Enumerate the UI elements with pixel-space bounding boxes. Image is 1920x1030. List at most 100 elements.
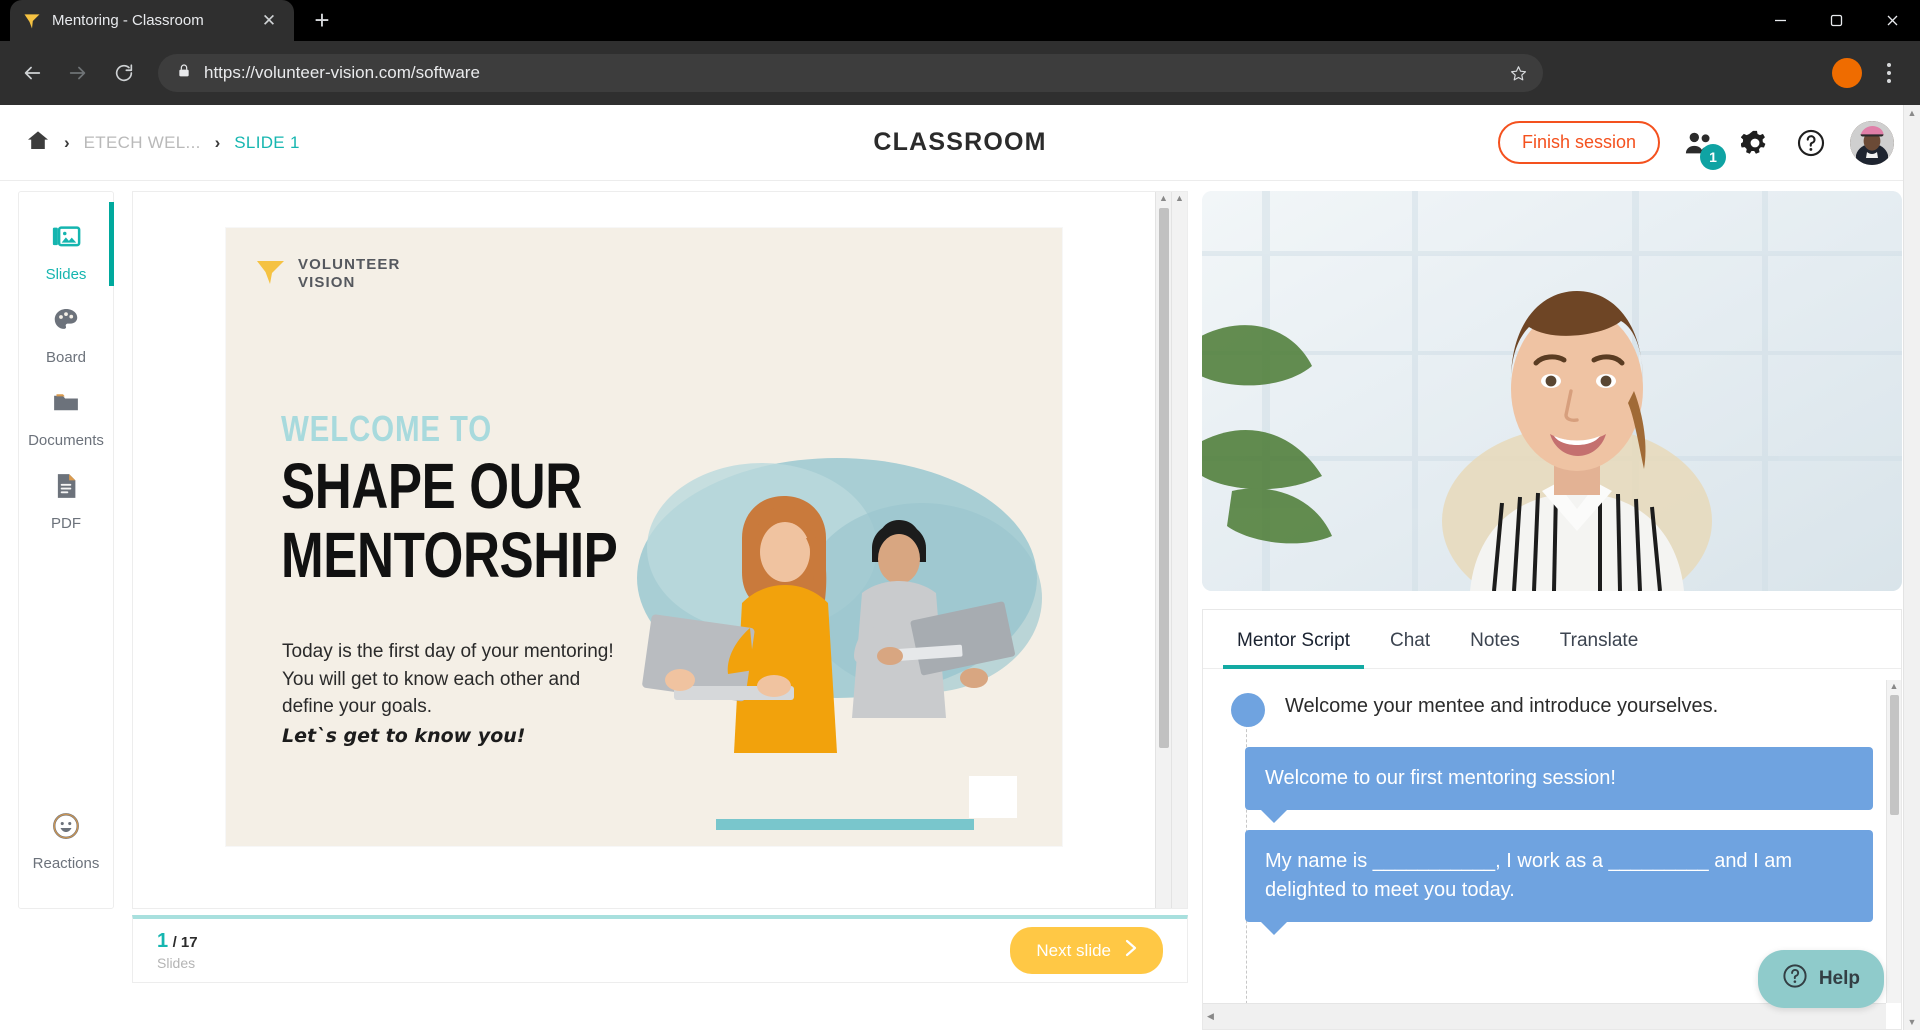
sidebar-item-slides[interactable]: Slides xyxy=(18,210,114,293)
volunteer-vision-logo-icon xyxy=(22,11,42,31)
sidebar-item-board[interactable]: Board xyxy=(18,293,114,376)
active-item-accent xyxy=(109,202,114,286)
two-people-with-laptops-illustration xyxy=(622,428,1052,758)
window-controls xyxy=(1752,0,1920,41)
slide-footer: 1 / 17 Slides Next slide xyxy=(132,915,1188,983)
script-instruction: Welcome your mentee and introduce yourse… xyxy=(1285,695,1719,717)
scroll-up-arrow-icon[interactable]: ▲ xyxy=(1908,108,1917,118)
mentor-webcam-video[interactable] xyxy=(1202,191,1902,591)
breadcrumb-separator-2: › xyxy=(214,132,221,152)
plus-icon[interactable]: + xyxy=(304,2,340,38)
right-panel: Mentor Script Chat Notes Translate Welco… xyxy=(1202,191,1902,1030)
reload-icon[interactable] xyxy=(104,53,144,93)
next-slide-label: Next slide xyxy=(1036,940,1111,960)
breadcrumb-slide[interactable]: SLIDE 1 xyxy=(234,133,299,153)
slide-stage-wrap: VOLUNTEER VISION WELCOME TO SHAPE OUR ME… xyxy=(132,191,1188,1030)
sidebar-item-label: Board xyxy=(45,349,87,366)
browser-window: Mentoring - Classroom ✕ + https://volunt… xyxy=(0,0,1920,1030)
gear-icon[interactable] xyxy=(1738,126,1772,160)
slide-stage: VOLUNTEER VISION WELCOME TO SHAPE OUR ME… xyxy=(132,191,1188,909)
address-bar[interactable]: https://volunteer-vision.com/software xyxy=(158,54,1543,92)
sidebar-item-label: Slides xyxy=(45,266,87,283)
slide-inner-scrollbar[interactable]: ▲ xyxy=(1155,192,1171,908)
browser-tabstrip: Mentoring - Classroom ✕ + xyxy=(0,0,1920,41)
participants-count-badge: 1 xyxy=(1700,143,1726,170)
app-header: › ETECH WEL... › SLIDE 1 CLASSROOM Finis… xyxy=(0,105,1920,181)
help-widget-label: Help xyxy=(1818,968,1860,989)
window-close-icon[interactable] xyxy=(1864,0,1920,41)
slide-outer-scrollbar[interactable]: ▲ xyxy=(1171,192,1187,908)
slide-current-number: 1 xyxy=(157,930,169,952)
slide-canvas: VOLUNTEER VISION WELCOME TO SHAPE OUR ME… xyxy=(226,228,1062,846)
sidebar-item-reactions[interactable]: Reactions xyxy=(18,799,114,882)
slide-accent-bar xyxy=(716,819,974,830)
browser-tab[interactable]: Mentoring - Classroom ✕ xyxy=(10,0,294,41)
slide-scroll-area: VOLUNTEER VISION WELCOME TO SHAPE OUR ME… xyxy=(133,192,1155,908)
back-arrow-icon[interactable] xyxy=(12,53,52,93)
smiley-face-icon xyxy=(51,811,81,846)
slide-logo-line-2: VISION xyxy=(298,274,356,292)
browser-tab-title: Mentoring - Classroom xyxy=(52,12,204,29)
page-scrollbar[interactable]: ▲ ▼ xyxy=(1903,105,1920,1030)
script-bubble-1[interactable]: Welcome to our first mentoring session! xyxy=(1245,747,1873,823)
scroll-up-arrow-icon[interactable]: ▲ xyxy=(1159,194,1168,203)
folder-icon xyxy=(51,388,81,423)
header-actions: Finish session 1 xyxy=(1497,120,1894,170)
slide-logo: VOLUNTEER VISION xyxy=(256,256,400,293)
toolbar-right-actions xyxy=(1832,58,1908,88)
tab-translate[interactable]: Translate xyxy=(1540,610,1659,668)
volunteer-vision-logo-icon xyxy=(256,258,286,291)
avatar[interactable] xyxy=(1850,120,1894,165)
sidebar-item-label: Reactions xyxy=(32,855,100,872)
scroll-down-arrow-icon[interactable]: ▼ xyxy=(1908,1017,1917,1027)
chevron-right-icon xyxy=(1125,939,1137,962)
script-bubble-2[interactable]: My name is ___________, I work as a ____… xyxy=(1245,830,1873,935)
panel-vertical-scrollbar[interactable]: ▲ xyxy=(1886,680,1901,1003)
breadcrumb: › ETECH WEL... › SLIDE 1 xyxy=(26,128,300,157)
pdf-file-icon xyxy=(51,471,81,506)
sidebar-item-label: PDF xyxy=(51,515,81,532)
kebab-menu-icon[interactable] xyxy=(1876,63,1902,83)
panel-tabs: Mentor Script Chat Notes Translate xyxy=(1203,610,1901,669)
sidebar-item-documents[interactable]: Documents xyxy=(18,376,114,459)
tab-chat[interactable]: Chat xyxy=(1370,610,1450,668)
home-icon[interactable] xyxy=(26,128,50,157)
question-circle-icon[interactable] xyxy=(1794,126,1828,160)
close-icon[interactable]: ✕ xyxy=(256,8,282,34)
minimize-icon[interactable] xyxy=(1752,0,1808,41)
breadcrumb-separator: › xyxy=(64,132,70,152)
slide-handwritten-text: Let`s get to know you! xyxy=(282,725,526,747)
forward-arrow-icon[interactable] xyxy=(58,53,98,93)
app-body: Slides Board Documents PDF Reactions VOL… xyxy=(0,181,1920,1030)
scrollbar-thumb[interactable] xyxy=(1159,208,1169,748)
maximize-icon[interactable] xyxy=(1808,0,1864,41)
slide-counter-caption: Slides xyxy=(157,955,196,971)
slide-heading: SHAPE OUR MENTORSHIP xyxy=(281,450,618,592)
left-sidebar: Slides Board Documents PDF Reactions xyxy=(18,191,118,1030)
bookmark-star-icon[interactable] xyxy=(1501,56,1535,90)
page-viewport: › ETECH WEL... › SLIDE 1 CLASSROOM Finis… xyxy=(0,105,1920,1030)
profile-avatar-icon[interactable] xyxy=(1832,58,1862,88)
lock-icon xyxy=(176,63,192,84)
tab-notes[interactable]: Notes xyxy=(1450,610,1540,668)
address-bar-url: https://volunteer-vision.com/software xyxy=(204,63,480,82)
browser-toolbar: https://volunteer-vision.com/software xyxy=(0,41,1920,105)
people-icon[interactable]: 1 xyxy=(1682,126,1726,170)
slide-logo-line-1: VOLUNTEER xyxy=(298,256,401,273)
next-slide-button[interactable]: Next slide xyxy=(1010,927,1163,974)
scroll-up-arrow-icon[interactable]: ▲ xyxy=(1175,194,1184,203)
help-widget-button[interactable]: Help xyxy=(1757,950,1884,1008)
slide-white-block xyxy=(969,776,1017,818)
question-circle-icon xyxy=(1782,963,1808,995)
scrollbar-thumb[interactable] xyxy=(1889,695,1899,815)
sidebar-item-pdf[interactable]: PDF xyxy=(18,459,114,542)
finish-session-button[interactable]: Finish session xyxy=(1497,121,1660,164)
sidebar-item-label: Documents xyxy=(28,432,104,449)
slide-eyebrow: WELCOME TO xyxy=(281,408,493,449)
scroll-left-arrow-icon[interactable]: ◀ xyxy=(1207,1011,1214,1022)
tab-mentor-script[interactable]: Mentor Script xyxy=(1217,610,1370,669)
slide-total-number: / 17 xyxy=(172,934,198,951)
scroll-up-arrow-icon[interactable]: ▲ xyxy=(1890,682,1899,691)
images-icon xyxy=(51,222,81,257)
breadcrumb-course[interactable]: ETECH WEL... xyxy=(84,133,201,153)
